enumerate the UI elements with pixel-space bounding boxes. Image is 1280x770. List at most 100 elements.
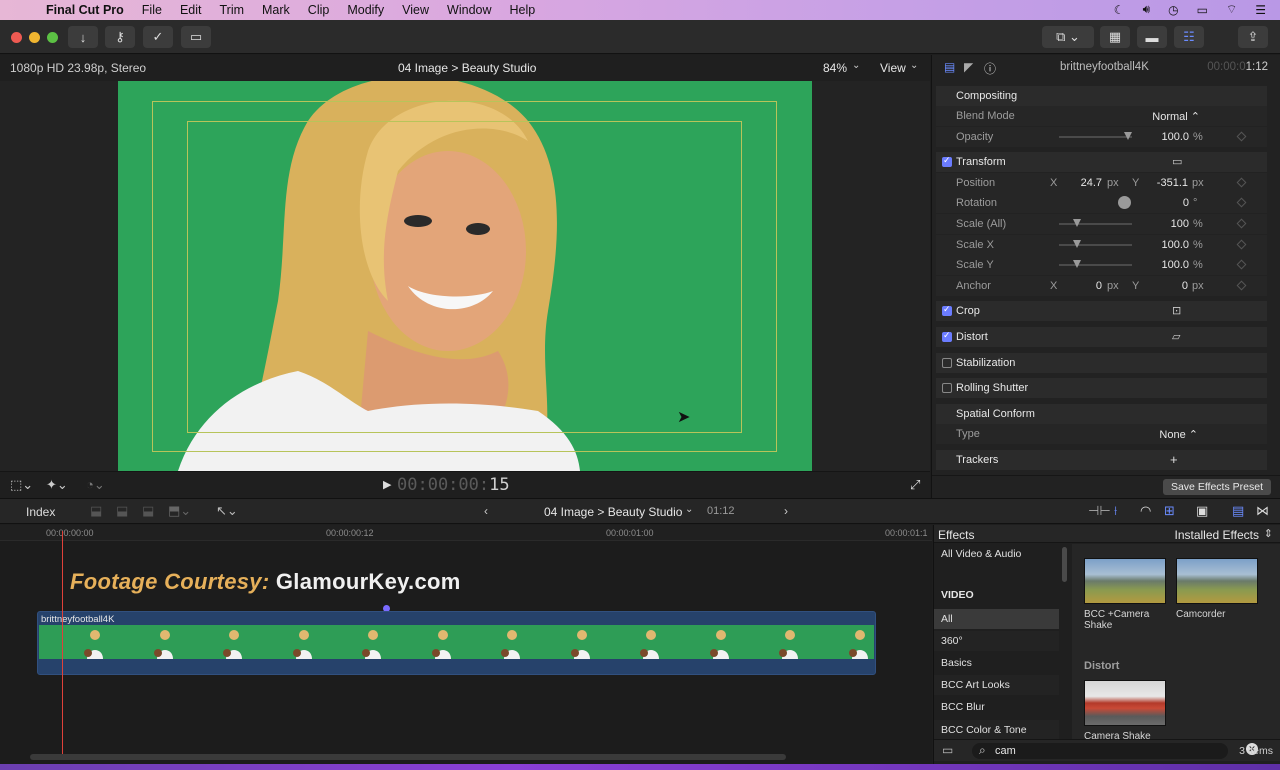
menu-view[interactable]: View <box>393 3 438 17</box>
timeline[interactable]: 00:00:00:00 00:00:00:12 00:00:01:00 00:0… <box>0 525 932 770</box>
rolling-shutter-checkbox[interactable] <box>942 383 952 393</box>
distort-onscreen-icon[interactable]: ▱ <box>1172 330 1180 343</box>
category-all-video-audio[interactable]: All Video & Audio <box>934 544 1059 564</box>
keyframe-icon[interactable] <box>1236 131 1247 142</box>
anchor-y-value[interactable]: 0 <box>1146 280 1188 292</box>
keyframe-icon[interactable] <box>1236 177 1247 188</box>
forward-arrow-icon[interactable]: › <box>784 504 788 518</box>
horizontal-scrollbar[interactable] <box>30 754 786 760</box>
back-arrow-icon[interactable]: ‹ <box>484 504 488 518</box>
spatial-conform-section[interactable]: Spatial Conform <box>936 404 1267 424</box>
category-bcc-color-tone[interactable]: BCC Color & Tone <box>934 720 1059 740</box>
chevron-down-icon[interactable]: ⌄ <box>910 60 918 71</box>
transform-checkbox[interactable] <box>942 155 952 167</box>
compositing-section[interactable]: Compositing <box>936 86 1267 106</box>
save-effects-preset-button[interactable]: Save Effects Preset <box>1162 479 1271 495</box>
category-basics[interactable]: Basics <box>934 653 1059 673</box>
distort-checkbox[interactable] <box>942 330 952 342</box>
add-tracker-button[interactable]: + <box>1170 452 1178 467</box>
scale-y-value[interactable]: 100.0 <box>1151 259 1189 271</box>
scale-x-value[interactable]: 100.0 <box>1151 239 1189 251</box>
blend-mode-popup[interactable]: Normal ⌃ <box>1150 110 1200 123</box>
timeline-toggle-icon[interactable]: ▬ <box>1137 26 1167 48</box>
clip-appearance-icon[interactable]: ▣ <box>1196 503 1208 519</box>
menu-modify[interactable]: Modify <box>338 3 393 17</box>
play-icon[interactable]: ▶ <box>383 478 391 491</box>
type-popup[interactable]: None ⌃ <box>1150 428 1198 441</box>
category-bcc-art-looks[interactable]: BCC Art Looks <box>934 675 1059 695</box>
video-inspector-icon[interactable]: ▤ <box>944 60 955 74</box>
close-window-button[interactable] <box>11 32 22 43</box>
chevron-updown-icon[interactable]: ⇕ <box>1264 527 1273 540</box>
opacity-slider[interactable] <box>1059 136 1132 138</box>
crop-section[interactable]: Crop ⊡ <box>936 301 1267 321</box>
battery-icon[interactable]: ▭ <box>1197 3 1208 17</box>
zoom-menu[interactable]: 84% <box>823 61 847 75</box>
share-tag-icon[interactable]: ▭ <box>181 26 211 48</box>
keyframe-icon[interactable] <box>1236 280 1247 291</box>
keyframe-icon[interactable] <box>1236 197 1247 208</box>
insert-clip-icon[interactable]: ⬓ <box>116 503 128 519</box>
opacity-value[interactable]: 100.0 <box>1151 131 1189 143</box>
select-tool-icon[interactable]: ↖⌄ <box>216 503 238 519</box>
connect-clip-icon[interactable]: ⬓ <box>90 503 102 519</box>
background-tasks-icon[interactable]: ✓ <box>143 26 173 48</box>
share-icon[interactable]: ⇪ <box>1238 26 1268 48</box>
position-x-value[interactable]: 24.7 <box>1076 177 1102 189</box>
moon-icon[interactable]: ☾ <box>1114 3 1125 17</box>
color-inspector-icon[interactable]: ◤ <box>964 60 973 74</box>
rotation-value[interactable]: 0 <box>1151 197 1189 209</box>
transform-onscreen-icon[interactable]: ▭ <box>1172 155 1182 168</box>
menu-trim[interactable]: Trim <box>210 3 253 17</box>
effect-camcorder[interactable]: Camcorder <box>1176 558 1258 620</box>
menu-window[interactable]: Window <box>438 3 500 17</box>
timecode-display[interactable]: 00:00:00:15 <box>397 475 510 495</box>
snapping-icon[interactable]: ⊞ <box>1164 503 1175 519</box>
crop-checkbox[interactable] <box>942 304 952 316</box>
keyframe-icon[interactable] <box>1236 259 1247 270</box>
menu-file[interactable]: File <box>133 3 171 17</box>
chevron-down-icon[interactable]: ⌄ <box>852 60 860 71</box>
time-machine-icon[interactable]: ◷ <box>1168 3 1178 17</box>
retime-icon[interactable]: ◔⌄ <box>86 477 105 493</box>
category-all[interactable]: All <box>934 609 1059 629</box>
overwrite-clip-icon[interactable]: ⬒⌄ <box>168 503 191 519</box>
scale-y-slider[interactable] <box>1059 264 1132 266</box>
distort-section[interactable]: Distort ▱ <box>936 327 1267 347</box>
wifi-icon[interactable]: ⌔ <box>1226 2 1237 17</box>
volume-icon[interactable]: 🔊︎ <box>1143 2 1151 17</box>
video-clip[interactable]: brittneyfootball4K <box>37 611 876 675</box>
timeline-ruler[interactable]: 00:00:00:00 00:00:00:12 00:00:01:00 00:0… <box>0 525 932 541</box>
keyframe-icon[interactable] <box>1236 239 1247 250</box>
append-clip-icon[interactable]: ⬓ <box>142 503 154 519</box>
scale-all-slider[interactable] <box>1059 223 1132 225</box>
audio-skimming-icon[interactable]: ⟊ <box>1114 503 1117 519</box>
zoom-window-button[interactable] <box>47 32 58 43</box>
import-icon[interactable]: ↓ <box>68 26 98 48</box>
scale-all-slider-knob[interactable] <box>1073 219 1081 227</box>
menu-app-name[interactable]: Final Cut Pro <box>44 3 133 17</box>
effect-camera-shake[interactable]: Camera Shake <box>1084 680 1166 742</box>
scale-x-slider-knob[interactable] <box>1073 240 1081 248</box>
keywords-icon[interactable]: ⚷ <box>105 26 135 48</box>
category-360[interactable]: 360° <box>934 631 1059 651</box>
effect-bcc-camera-shake[interactable]: BCC +Camera Shake <box>1084 558 1166 631</box>
view-menu[interactable]: View <box>880 61 906 75</box>
transitions-browser-icon[interactable]: ⋈ <box>1256 503 1269 519</box>
stabilization-checkbox[interactable] <box>942 358 952 368</box>
trackers-section[interactable]: Trackers + <box>936 450 1267 470</box>
inspector-toggle-icon[interactable]: ☷ <box>1174 26 1204 48</box>
rotation-dial[interactable] <box>1118 196 1131 209</box>
menu-mark[interactable]: Mark <box>253 3 299 17</box>
effects-browser-icon[interactable]: ▤ <box>1232 503 1244 519</box>
index-button[interactable]: Index <box>26 505 55 519</box>
transform-section[interactable]: Transform ▭ <box>936 152 1267 172</box>
info-icon[interactable]: ⓘ <box>984 60 996 77</box>
keyframe-icon[interactable] <box>1236 218 1247 229</box>
browser-toggle-icon[interactable]: ▦ <box>1100 26 1130 48</box>
headphones-icon[interactable]: ◠ <box>1140 503 1151 519</box>
effects-search-input[interactable]: ⌕ cam ✕ <box>972 743 1258 759</box>
menu-help[interactable]: Help <box>501 3 545 17</box>
crop-onscreen-icon[interactable]: ⊡ <box>1172 304 1181 317</box>
title-overlay-clip[interactable]: Footage Courtesy: GlamourKey.com <box>70 569 461 595</box>
